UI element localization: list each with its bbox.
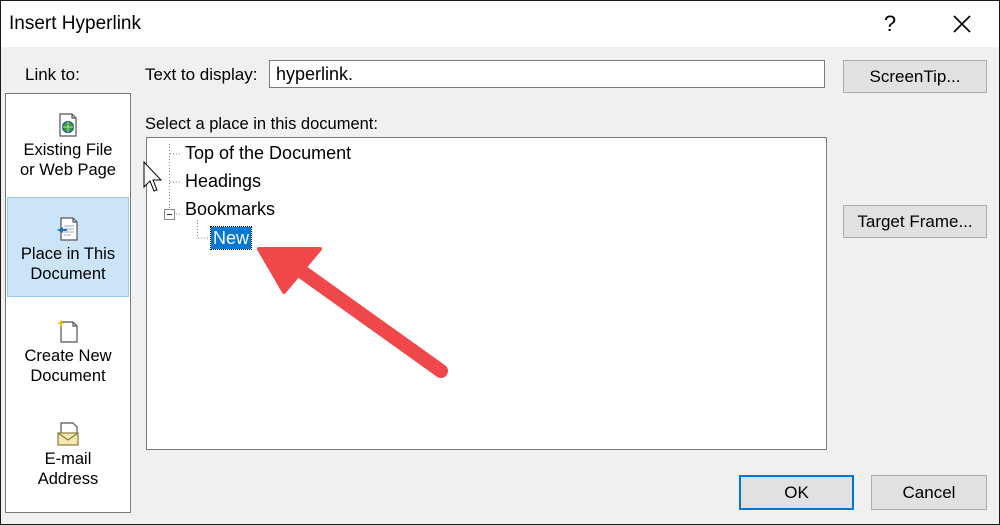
text-to-display-input[interactable] <box>269 60 825 88</box>
help-icon: ? <box>883 11 897 36</box>
cancel-button[interactable]: Cancel <box>871 475 987 510</box>
sidebar-item-label: Place in This Document <box>20 245 116 283</box>
globe-document-icon <box>59 113 77 137</box>
sidebar-item-create-new[interactable]: Create New Document <box>7 300 129 400</box>
tree-node-bookmark-new[interactable]: New <box>209 226 253 250</box>
insert-hyperlink-dialog: Insert Hyperlink ? Link to: Existing Fil… <box>0 0 1000 525</box>
new-document-icon <box>57 319 78 343</box>
close-icon <box>953 15 971 33</box>
target-frame-button[interactable]: Target Frame... <box>843 205 987 238</box>
help-button[interactable]: ? <box>867 5 913 43</box>
sidebar-item-label: Create New Document <box>24 347 112 385</box>
tree-node-top-of-document[interactable]: Top of the Document <box>185 142 351 164</box>
sidebar-item-place-in-document[interactable]: Place in This Document <box>7 197 129 297</box>
document-arrow-icon <box>57 217 78 241</box>
link-to-sidebar: Existing File or Web Page Place in This … <box>5 93 131 513</box>
screentip-button[interactable]: ScreenTip... <box>843 60 987 93</box>
title-bar: Insert Hyperlink ? <box>1 1 999 47</box>
tree-node-bookmarks[interactable]: Bookmarks <box>185 198 275 220</box>
text-to-display-label: Text to display: <box>145 65 258 84</box>
envelope-icon <box>57 422 79 446</box>
select-place-label: Select a place in this document: <box>145 115 378 133</box>
sidebar-item-label: E-mail Address <box>37 450 99 488</box>
sidebar-item-existing-file[interactable]: Existing File or Web Page <box>7 94 129 194</box>
close-button[interactable] <box>938 5 986 43</box>
ok-button[interactable]: OK <box>739 475 854 510</box>
sidebar-item-label: Existing File or Web Page <box>19 141 116 179</box>
tree-node-headings[interactable]: Headings <box>185 170 261 192</box>
sidebar-item-email[interactable]: E-mail Address <box>7 403 129 503</box>
dialog-title: Insert Hyperlink <box>9 13 141 34</box>
link-to-label: Link to: <box>25 65 80 84</box>
document-place-tree[interactable]: Top of the Document Headings Bookmarks N… <box>146 137 827 450</box>
